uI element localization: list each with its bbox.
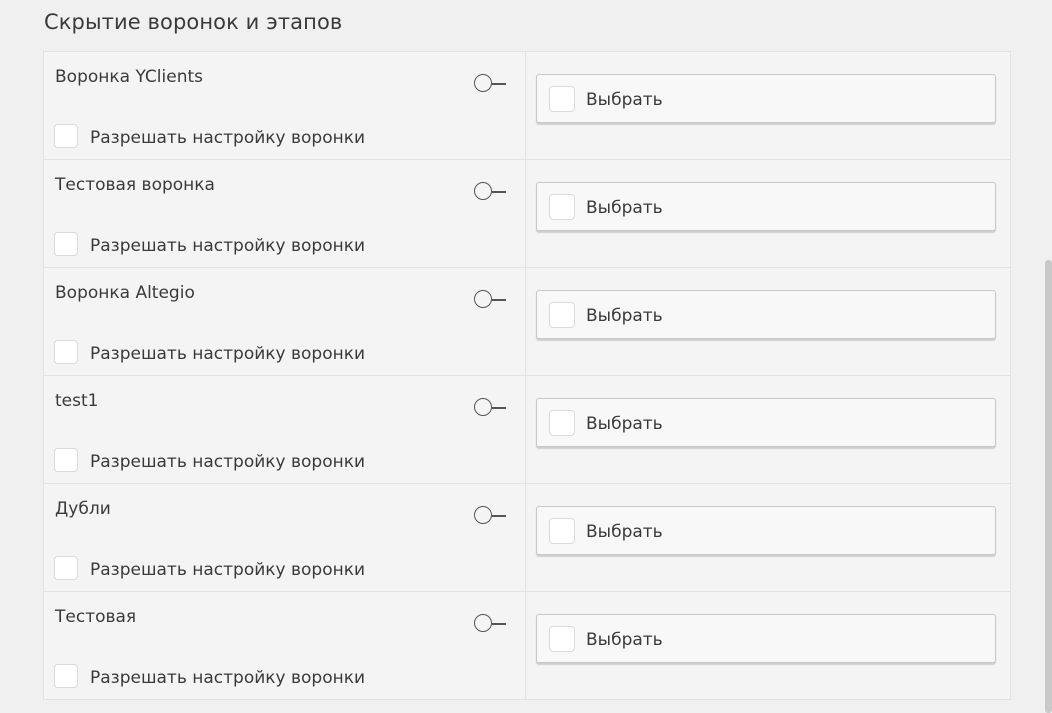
funnel-name: Воронка YClients [55, 67, 203, 87]
allow-funnel-settings-checkbox[interactable] [54, 124, 78, 148]
funnel-settings-cell: Воронка YClients Разрешать настройку вор… [44, 52, 526, 159]
funnel-visibility-toggle[interactable] [473, 397, 509, 419]
funnel-row: test1 Разрешать настройку воронки Выбрат… [44, 375, 1010, 483]
allow-funnel-settings-option[interactable]: Разрешать настройку воронки [54, 231, 365, 257]
select-all-checkbox[interactable] [549, 85, 575, 112]
section-title: Скрытие воронок и этапов [44, 10, 343, 34]
toggle-track-icon [492, 299, 506, 301]
allow-funnel-settings-option[interactable]: Разрешать настройку воронки [54, 663, 365, 689]
select-stages-label: Выбрать [586, 630, 663, 650]
select-stages-label: Выбрать [586, 522, 663, 542]
allow-funnel-settings-checkbox[interactable] [54, 340, 78, 364]
funnel-visibility-toggle[interactable] [473, 289, 509, 311]
allow-funnel-settings-option[interactable]: Разрешать настройку воронки [54, 447, 365, 473]
funnel-visibility-toggle[interactable] [473, 181, 509, 203]
allow-funnel-settings-label: Разрешать настройку воронки [90, 128, 366, 148]
toggle-knob-icon [474, 74, 492, 92]
select-stages-label: Выбрать [586, 306, 663, 326]
allow-funnel-settings-checkbox[interactable] [54, 664, 78, 688]
select-stages-button[interactable]: Выбрать [536, 398, 996, 447]
allow-funnel-settings-option[interactable]: Разрешать настройку воронки [54, 339, 365, 365]
allow-funnel-settings-checkbox[interactable] [54, 556, 78, 580]
funnel-table: Воронка YClients Разрешать настройку вор… [43, 51, 1011, 700]
allow-funnel-settings-label: Разрешать настройку воронки [90, 344, 366, 364]
toggle-knob-icon [474, 290, 492, 308]
allow-funnel-settings-option[interactable]: Разрешать настройку воронки [54, 555, 365, 581]
funnel-visibility-toggle[interactable] [473, 73, 509, 95]
stage-select-cell: Выбрать [526, 52, 1010, 159]
select-stages-button[interactable]: Выбрать [536, 290, 996, 339]
stage-select-cell: Выбрать [526, 160, 1010, 267]
funnel-name: Воронка Altegio [55, 283, 195, 303]
funnel-name: Тестовая воронка [55, 175, 215, 195]
funnel-visibility-toggle[interactable] [473, 505, 509, 527]
select-stages-button[interactable]: Выбрать [536, 182, 996, 231]
vertical-scrollbar[interactable] [1045, 260, 1052, 713]
toggle-knob-icon [474, 182, 492, 200]
funnel-row: Тестовая воронка Разрешать настройку вор… [44, 159, 1010, 267]
select-stages-button[interactable]: Выбрать [536, 74, 996, 123]
select-stages-label: Выбрать [586, 90, 663, 110]
allow-funnel-settings-option[interactable]: Разрешать настройку воронки [54, 123, 365, 149]
allow-funnel-settings-label: Разрешать настройку воронки [90, 668, 366, 688]
toggle-track-icon [492, 191, 506, 193]
toggle-track-icon [492, 407, 506, 409]
page: Скрытие воронок и этапов Воронка YClient… [0, 0, 1052, 713]
funnel-settings-cell: Тестовая Разрешать настройку воронки [44, 592, 526, 699]
select-stages-button[interactable]: Выбрать [536, 506, 996, 555]
select-all-checkbox[interactable] [549, 193, 575, 220]
toggle-knob-icon [474, 614, 492, 632]
funnel-settings-cell: Дубли Разрешать настройку воронки [44, 484, 526, 591]
funnel-name: Тестовая [55, 607, 137, 627]
select-all-checkbox[interactable] [549, 625, 575, 652]
allow-funnel-settings-checkbox[interactable] [54, 232, 78, 256]
funnel-row: Дубли Разрешать настройку воронки Выбрат… [44, 483, 1010, 591]
select-all-checkbox[interactable] [549, 409, 575, 436]
stage-select-cell: Выбрать [526, 484, 1010, 591]
funnel-settings-cell: Тестовая воронка Разрешать настройку вор… [44, 160, 526, 267]
funnel-row: Тестовая Разрешать настройку воронки Выб… [44, 591, 1010, 699]
allow-funnel-settings-label: Разрешать настройку воронки [90, 236, 366, 256]
allow-funnel-settings-label: Разрешать настройку воронки [90, 452, 366, 472]
toggle-track-icon [492, 623, 506, 625]
select-stages-label: Выбрать [586, 198, 663, 218]
funnel-row: Воронка YClients Разрешать настройку вор… [44, 52, 1010, 159]
allow-funnel-settings-label: Разрешать настройку воронки [90, 560, 366, 580]
funnel-settings-cell: Воронка Altegio Разрешать настройку воро… [44, 268, 526, 375]
select-all-checkbox[interactable] [549, 517, 575, 544]
allow-funnel-settings-checkbox[interactable] [54, 448, 78, 472]
toggle-track-icon [492, 515, 506, 517]
funnel-row: Воронка Altegio Разрешать настройку воро… [44, 267, 1010, 375]
select-stages-label: Выбрать [586, 414, 663, 434]
toggle-knob-icon [474, 506, 492, 524]
stage-select-cell: Выбрать [526, 376, 1010, 483]
toggle-track-icon [492, 83, 506, 85]
funnel-name: Дубли [55, 499, 111, 519]
funnel-settings-cell: test1 Разрешать настройку воронки [44, 376, 526, 483]
stage-select-cell: Выбрать [526, 592, 1010, 699]
funnel-name: test1 [55, 391, 99, 411]
select-stages-button[interactable]: Выбрать [536, 614, 996, 663]
toggle-knob-icon [474, 398, 492, 416]
stage-select-cell: Выбрать [526, 268, 1010, 375]
funnel-visibility-toggle[interactable] [473, 613, 509, 635]
select-all-checkbox[interactable] [549, 301, 575, 328]
